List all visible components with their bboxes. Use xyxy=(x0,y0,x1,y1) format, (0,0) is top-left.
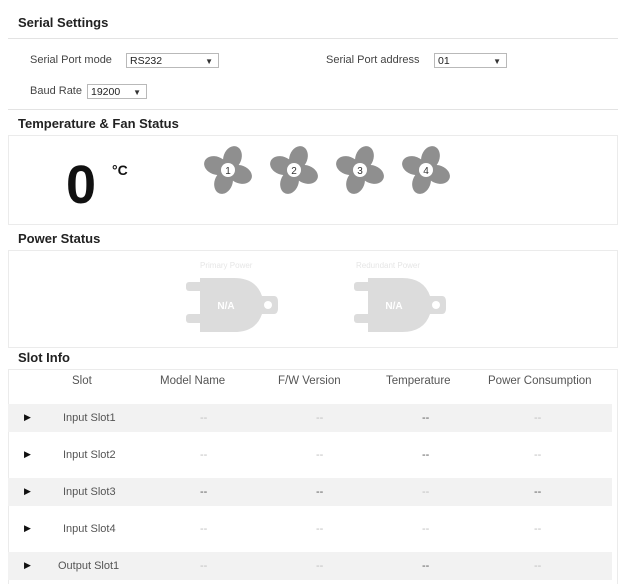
fan-number-4: 4 xyxy=(423,166,429,177)
chevron-down-icon: ▼ xyxy=(133,88,141,97)
power-consumption-value: -- xyxy=(534,486,542,498)
slot-name: Input Slot1 xyxy=(63,412,116,424)
redundant-power-label: Redundant Power xyxy=(356,261,421,270)
temperature-value: 0 xyxy=(66,155,97,215)
model-name-value: -- xyxy=(200,523,208,535)
table-row[interactable]: ▶ Output Slot1 -- -- -- -- xyxy=(8,552,612,580)
divider xyxy=(8,109,618,110)
power-consumption-value: -- xyxy=(534,523,542,535)
serial-port-address-value: 01 xyxy=(438,55,450,67)
temperature-value: -- xyxy=(422,523,430,535)
fw-version-value: -- xyxy=(316,486,324,498)
model-name-value: -- xyxy=(200,560,208,572)
play-arrow-icon[interactable]: ▶ xyxy=(24,412,31,423)
power-consumption-value: -- xyxy=(534,560,542,572)
column-header-fw-version: F/W Version xyxy=(278,375,341,387)
fw-version-value: -- xyxy=(316,523,324,535)
model-name-value: -- xyxy=(200,449,208,461)
serial-port-address-select[interactable]: 01 ▼ xyxy=(434,53,507,68)
fw-version-value: -- xyxy=(316,449,324,461)
primary-power-status: N/A xyxy=(217,301,234,312)
fan-number-3: 3 xyxy=(357,166,363,177)
temperature-value: -- xyxy=(422,486,430,498)
slot-name: Input Slot4 xyxy=(63,523,116,535)
chevron-down-icon: ▼ xyxy=(493,57,501,66)
temperature-fan-title: Temperature & Fan Status xyxy=(18,116,179,131)
column-header-model-name: Model Name xyxy=(160,375,226,387)
fan-icon-4: 4 xyxy=(402,146,450,194)
table-row[interactable]: ▶ Input Slot1 -- -- -- -- xyxy=(8,404,612,432)
play-arrow-icon[interactable]: ▶ xyxy=(24,486,31,497)
power-consumption-value: -- xyxy=(534,449,542,461)
divider xyxy=(8,38,618,39)
fan-icon-3: 3 xyxy=(336,146,384,194)
slot-name: Input Slot3 xyxy=(63,486,116,498)
temperature-unit: °C xyxy=(112,162,128,178)
column-header-temperature: Temperature xyxy=(386,375,451,387)
fw-version-value: -- xyxy=(316,560,324,572)
play-arrow-icon[interactable]: ▶ xyxy=(24,523,31,534)
redundant-power-status: N/A xyxy=(385,301,402,312)
play-arrow-icon[interactable]: ▶ xyxy=(24,449,31,460)
column-header-slot: Slot xyxy=(72,375,92,387)
power-consumption-value: -- xyxy=(534,412,542,424)
slot-name: Output Slot1 xyxy=(58,560,120,572)
baud-rate-value: 19200 xyxy=(91,86,121,98)
fw-version-value: -- xyxy=(316,412,324,424)
column-header-power-consumption: Power Consumption xyxy=(488,375,592,387)
fan-icon-1: 1 xyxy=(204,146,252,194)
model-name-value: -- xyxy=(200,412,208,424)
power-supply-icon-1: N/A xyxy=(186,278,278,332)
power-status-panel xyxy=(8,250,618,348)
temperature-value: -- xyxy=(422,560,430,572)
power-status-title: Power Status xyxy=(18,231,101,246)
primary-power-label: Primary Power xyxy=(200,261,253,270)
power-supply-icon-2: N/A xyxy=(354,278,446,332)
chevron-down-icon: ▼ xyxy=(205,57,213,66)
slot-name: Input Slot2 xyxy=(63,449,116,461)
temperature-value: -- xyxy=(422,449,430,461)
table-row[interactable]: ▶ Input Slot2 -- -- -- -- xyxy=(8,441,612,469)
baud-rate-select[interactable]: 19200 ▼ xyxy=(87,84,147,99)
fan-number-2: 2 xyxy=(291,166,297,177)
temperature-value: -- xyxy=(422,412,430,424)
fan-icon-2: 2 xyxy=(270,146,318,194)
table-row[interactable]: ▶ Input Slot3 -- -- -- -- xyxy=(8,478,612,506)
fan-number-1: 1 xyxy=(225,166,231,177)
table-row[interactable]: ▶ Input Slot4 -- -- -- -- xyxy=(8,515,612,543)
serial-port-mode-label: Serial Port mode xyxy=(30,54,112,66)
play-arrow-icon[interactable]: ▶ xyxy=(24,560,31,571)
baud-rate-label: Baud Rate xyxy=(30,85,82,97)
serial-settings-title: Serial Settings xyxy=(18,15,109,30)
serial-port-address-label: Serial Port address xyxy=(326,54,420,66)
model-name-value: -- xyxy=(200,486,208,498)
slot-info-title: Slot Info xyxy=(18,350,70,365)
serial-port-mode-select[interactable]: RS232 ▼ xyxy=(126,53,219,68)
serial-port-mode-value: RS232 xyxy=(130,55,163,67)
